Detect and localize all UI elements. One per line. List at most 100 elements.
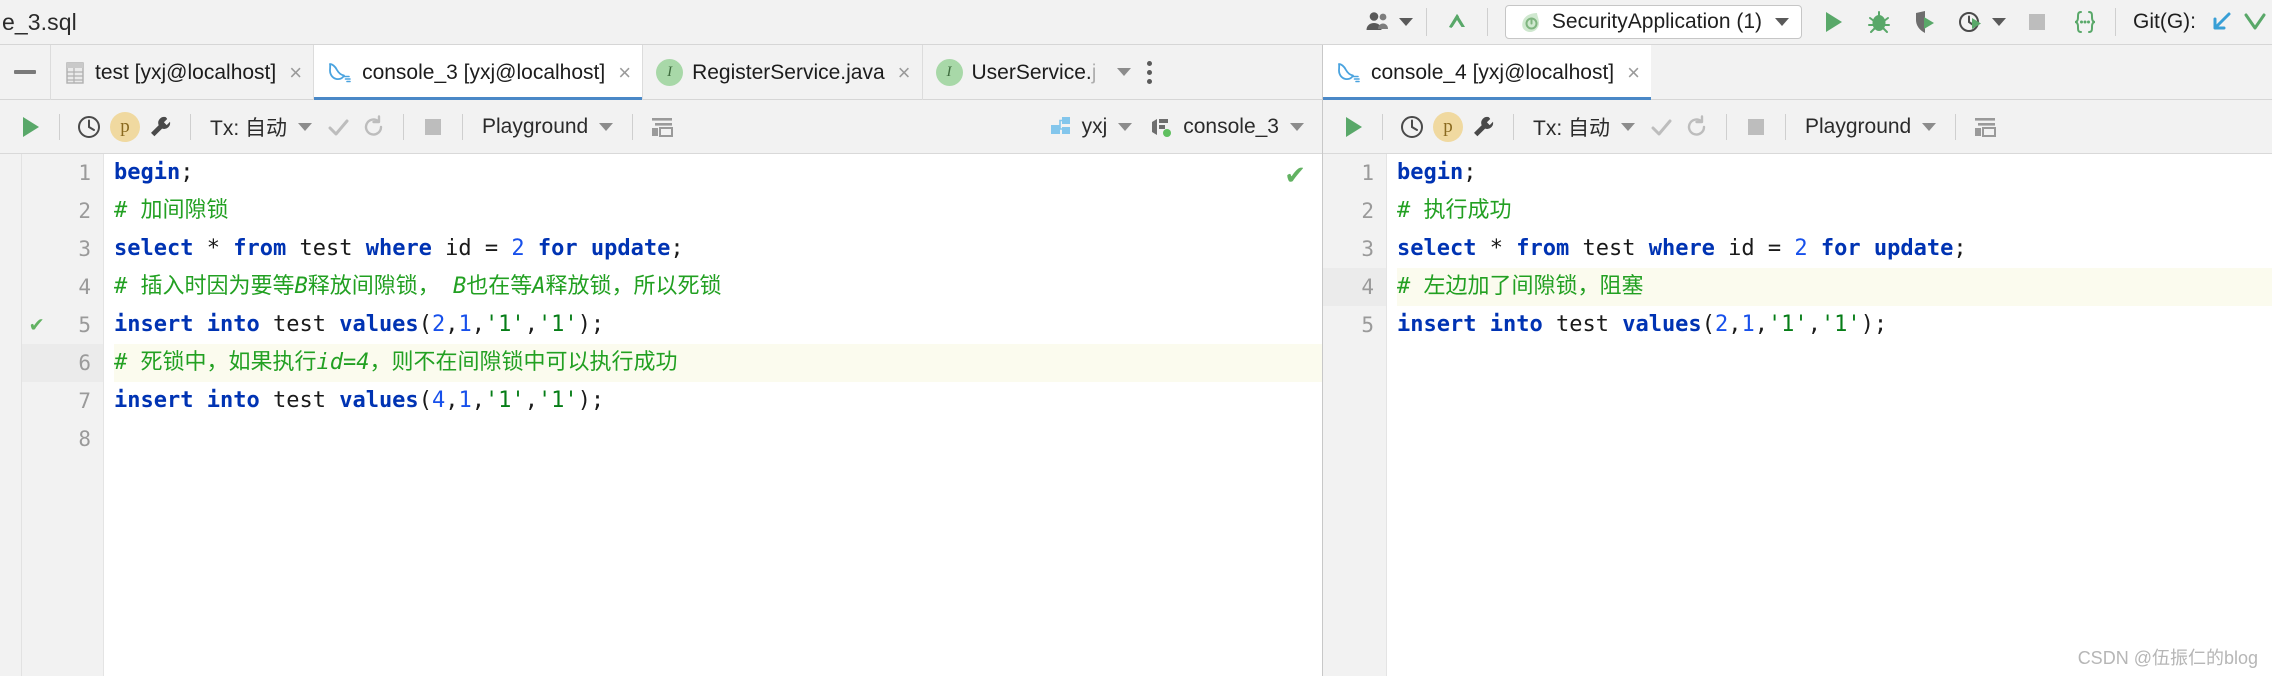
left-commit-button[interactable]: [320, 109, 356, 145]
run-configuration-chevron-down-icon[interactable]: [1775, 18, 1789, 26]
left-execute-button[interactable]: [12, 109, 48, 145]
right-gutter-line-4[interactable]: 4: [1323, 268, 1386, 306]
run-configuration-selector[interactable]: SecurityApplication (1): [1504, 5, 1802, 39]
tab-console-4-close-icon[interactable]: ×: [1627, 61, 1640, 84]
tab-console-3-close-icon[interactable]: ×: [618, 61, 631, 84]
left-datasource-chevron-down-icon[interactable]: [1118, 122, 1133, 131]
right-gutter-line-1[interactable]: 1: [1323, 154, 1386, 192]
run-button[interactable]: [1816, 5, 1850, 39]
left-tx-mode-selector[interactable]: Tx: 自动: [202, 112, 320, 142]
tab-register-service[interactable]: I RegisterService.java ×: [642, 45, 921, 100]
left-parameters-badge[interactable]: p: [107, 109, 143, 145]
right-settings-wrench-icon[interactable]: [1466, 109, 1502, 145]
right-tx-mode-label: Tx: 自动: [1533, 116, 1610, 140]
left-editor-code-area[interactable]: begin; # 加间隙锁 select * from test where id …: [104, 154, 1322, 676]
right-schema-selector[interactable]: Playground: [1797, 115, 1944, 139]
right-schema-chevron-down-icon[interactable]: [1922, 122, 1937, 131]
vcs-update-arrow-icon[interactable]: [1440, 5, 1474, 39]
left-datasource-selector[interactable]: yxj: [1041, 115, 1141, 139]
left-history-icon[interactable]: [71, 109, 107, 145]
right-history-icon[interactable]: [1394, 109, 1430, 145]
left-editor-status-check-icon: ✔: [1284, 160, 1306, 190]
left-code-line-8[interactable]: [114, 420, 1322, 458]
right-commit-button[interactable]: [1643, 109, 1679, 145]
right-rollback-button[interactable]: [1679, 109, 1715, 145]
git-commit-icon[interactable]: [2238, 5, 2272, 39]
tabs-chevron-down-icon[interactable]: [1117, 68, 1132, 76]
right-gutter-line-5[interactable]: 5: [1323, 306, 1386, 344]
profiler-button[interactable]: [1954, 5, 1988, 39]
left-code-line-6[interactable]: # 死锁中，如果执行id=4，则不在间隙锁中可以执行成功: [114, 344, 1322, 382]
more-vertical-icon[interactable]: [1131, 60, 1168, 84]
right-parameters-badge[interactable]: p: [1430, 109, 1466, 145]
left-editor-gutter[interactable]: 1 2 3 4 5 ✔ 6 7 8: [22, 154, 104, 676]
left-schema-chevron-down-icon[interactable]: [599, 122, 614, 131]
left-gutter-line-6[interactable]: 6: [22, 344, 103, 382]
left-session-selector[interactable]: console_3: [1140, 115, 1312, 139]
left-token: '1': [537, 312, 578, 337]
tab-console-4[interactable]: console_4 [yxj@localhost] ×: [1323, 45, 1651, 100]
right-tx-mode-selector[interactable]: Tx: 自动: [1525, 112, 1643, 142]
left-rollback-button[interactable]: [356, 109, 392, 145]
left-gutter-line-3[interactable]: 3: [22, 230, 103, 268]
right-token: # 执行成功: [1397, 198, 1512, 223]
right-gutter-line-3[interactable]: 3: [1323, 230, 1386, 268]
braces-icon[interactable]: [2068, 5, 2102, 39]
left-code-line-7[interactable]: insert into test values(4,1,'1','1');: [114, 382, 1322, 420]
right-code-line-4[interactable]: # 左边加了间隙锁，阻塞: [1397, 268, 2272, 306]
left-gutter-line-5[interactable]: 5 ✔: [22, 306, 103, 344]
left-token: select: [114, 236, 194, 261]
left-session-chevron-down-icon[interactable]: [1290, 122, 1304, 131]
left-code-line-2[interactable]: # 加间隙锁: [114, 192, 1322, 230]
right-editor-gutter[interactable]: 12345: [1323, 154, 1387, 676]
right-code-line-5[interactable]: insert into test values(2,1,'1','1');: [1397, 306, 2272, 344]
right-stop-button[interactable]: [1738, 109, 1774, 145]
left-gutter-line-1[interactable]: 1: [22, 154, 103, 192]
tab-test-db[interactable]: test [yxj@localhost] ×: [50, 45, 313, 100]
left-gutter-line-8[interactable]: 8: [22, 420, 103, 458]
right-gutter-line-2[interactable]: 2: [1323, 192, 1386, 230]
right-editor-code-area[interactable]: begin; # 执行成功 select * from test where id …: [1387, 154, 2272, 676]
tab-register-service-close-icon[interactable]: ×: [898, 61, 911, 84]
left-code-line-1[interactable]: begin;: [114, 154, 1322, 192]
left-gutter-line-2[interactable]: 2: [22, 192, 103, 230]
left-token: for: [537, 236, 578, 261]
watermark-label: CSDN @伍振仁的blog: [2077, 648, 2258, 668]
left-toolbar-separator-4: [462, 113, 463, 140]
tab-test-db-close-icon[interactable]: ×: [289, 61, 302, 84]
tab-user-service-label-clipped: j: [1091, 60, 1097, 84]
right-table-params-icon[interactable]: [1967, 109, 2003, 145]
run-with-coverage-button[interactable]: [1908, 5, 1942, 39]
left-token: A: [532, 274, 546, 299]
profiler-chevron-down-icon[interactable]: [1992, 18, 2006, 26]
git-update-icon[interactable]: [2204, 5, 2238, 39]
left-gutter-line-7[interactable]: 7: [22, 382, 103, 420]
users-chevron-down-icon[interactable]: [1398, 18, 1413, 26]
left-gutter-line-4[interactable]: 4: [22, 268, 103, 306]
right-code-line-2[interactable]: # 执行成功: [1397, 192, 2272, 230]
left-tx-chevron-down-icon[interactable]: [298, 122, 312, 131]
left-stop-button[interactable]: [415, 109, 451, 145]
left-token: [578, 236, 591, 261]
titlebar-separator-2: [1486, 8, 1488, 36]
left-code-line-4[interactable]: # 插入时因为要等B释放间隙锁， B也在等A释放锁，所以死锁: [114, 268, 1322, 306]
titlebar-separator-1: [1425, 8, 1427, 36]
left-schema-selector[interactable]: Playground: [474, 115, 621, 139]
left-table-params-icon[interactable]: [644, 109, 680, 145]
right-tx-chevron-down-icon[interactable]: [1621, 122, 1635, 131]
users-icon[interactable]: [1361, 5, 1395, 39]
left-token: '1': [484, 312, 525, 337]
tab-user-service[interactable]: I UserService.j: [921, 45, 1108, 100]
tab-console-3[interactable]: console_3 [yxj@localhost] ×: [313, 45, 643, 100]
left-code-line-3[interactable]: select * from test where id = 2 for upda…: [114, 230, 1322, 268]
debug-button[interactable]: [1862, 5, 1896, 39]
stop-button[interactable]: [2020, 5, 2054, 39]
right-execute-button[interactable]: [1335, 109, 1371, 145]
left-settings-wrench-icon[interactable]: [143, 109, 179, 145]
hide-tool-window-button[interactable]: [0, 45, 50, 99]
left-code-line-5[interactable]: insert into test values(2,1,'1','1');: [114, 306, 1322, 344]
right-token: ,: [1807, 312, 1821, 337]
right-toolbar-separator-2: [1513, 113, 1514, 140]
right-code-line-1[interactable]: begin;: [1397, 154, 2272, 192]
right-code-line-3[interactable]: select * from test where id = 2 for upda…: [1397, 230, 2272, 268]
